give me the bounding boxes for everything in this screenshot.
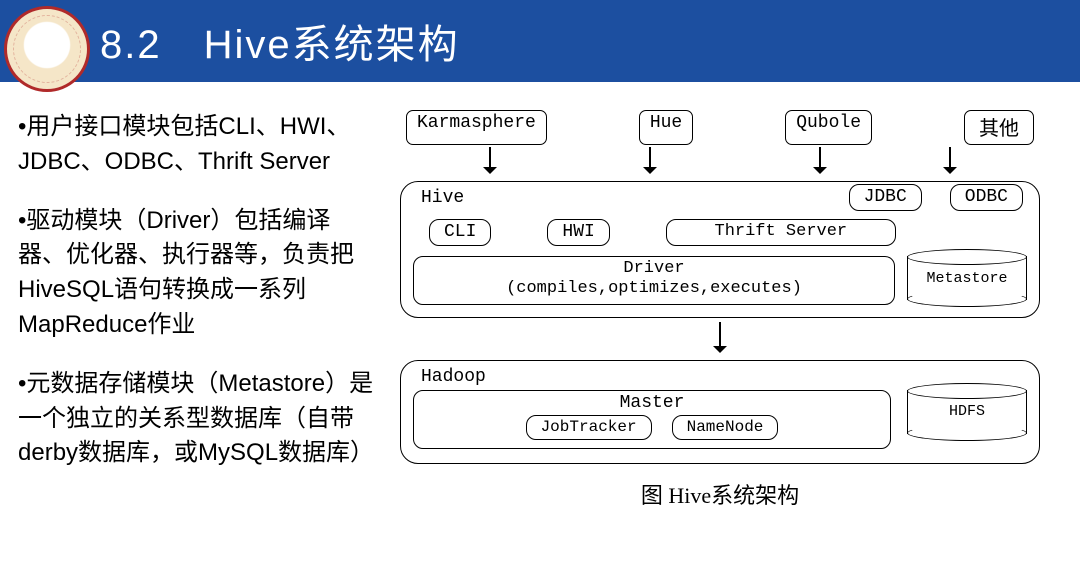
mid-arrow bbox=[400, 322, 1040, 358]
arrow-down-icon bbox=[949, 147, 951, 169]
hive-container: Hive JDBC ODBC CLI HWI Thrift Server Dri… bbox=[400, 181, 1040, 318]
thrift-box: Thrift Server bbox=[666, 219, 896, 246]
metastore-label: Metastore bbox=[926, 270, 1007, 287]
bullet-item: •用户接口模块包括CLI、HWI、JDBC、ODBC、Thrift Server bbox=[18, 110, 378, 180]
namenode-box: NameNode bbox=[672, 415, 779, 440]
bullet-list: •用户接口模块包括CLI、HWI、JDBC、ODBC、Thrift Server… bbox=[18, 110, 378, 510]
architecture-diagram: Karmasphere Hue Qubole 其他 Hive JDBC ODBC… bbox=[400, 110, 1040, 510]
arrow-down-icon bbox=[719, 322, 721, 348]
diagram-caption: 图 Hive系统架构 bbox=[400, 478, 1040, 510]
university-seal-icon bbox=[4, 6, 90, 92]
hive-label: Hive bbox=[413, 188, 464, 208]
arrow-row bbox=[400, 147, 1040, 179]
hdfs-cylinder: HDFS bbox=[907, 390, 1027, 434]
driver-desc: (compiles,optimizes,executes) bbox=[506, 279, 802, 298]
jobtracker-box: JobTracker bbox=[526, 415, 652, 440]
driver-box: Driver (compiles,optimizes,executes) bbox=[413, 256, 895, 305]
jdbc-box: JDBC bbox=[849, 184, 922, 211]
slide-title: 8.2 Hive系统架构 bbox=[100, 12, 460, 70]
cli-box: CLI bbox=[429, 219, 491, 246]
client-qubole: Qubole bbox=[785, 110, 872, 145]
odbc-box: ODBC bbox=[950, 184, 1023, 211]
slide-header: 8.2 Hive系统架构 bbox=[0, 0, 1080, 82]
hwi-box: HWI bbox=[547, 219, 609, 246]
bullet-item: •驱动模块（Driver）包括编译器、优化器、执行器等，负责把HiveSQL语句… bbox=[18, 204, 378, 343]
client-other: 其他 bbox=[964, 110, 1034, 145]
master-box: Master JobTracker NameNode bbox=[413, 390, 891, 449]
arrow-down-icon bbox=[819, 147, 821, 169]
client-karmasphere: Karmasphere bbox=[406, 110, 547, 145]
hadoop-container: Hadoop Master JobTracker NameNode HDFS bbox=[400, 360, 1040, 464]
master-label: Master bbox=[426, 393, 878, 413]
client-hue: Hue bbox=[639, 110, 693, 145]
metastore-cylinder: Metastore bbox=[907, 256, 1027, 300]
client-row: Karmasphere Hue Qubole 其他 bbox=[400, 110, 1040, 145]
driver-title: Driver bbox=[623, 259, 684, 278]
arrow-down-icon bbox=[649, 147, 651, 169]
slide-body: •用户接口模块包括CLI、HWI、JDBC、ODBC、Thrift Server… bbox=[0, 82, 1080, 510]
hdfs-label: HDFS bbox=[949, 403, 985, 420]
arrow-down-icon bbox=[489, 147, 491, 169]
bullet-item: •元数据存储模块（Metastore）是一个独立的关系型数据库（自带derby数… bbox=[18, 367, 378, 471]
